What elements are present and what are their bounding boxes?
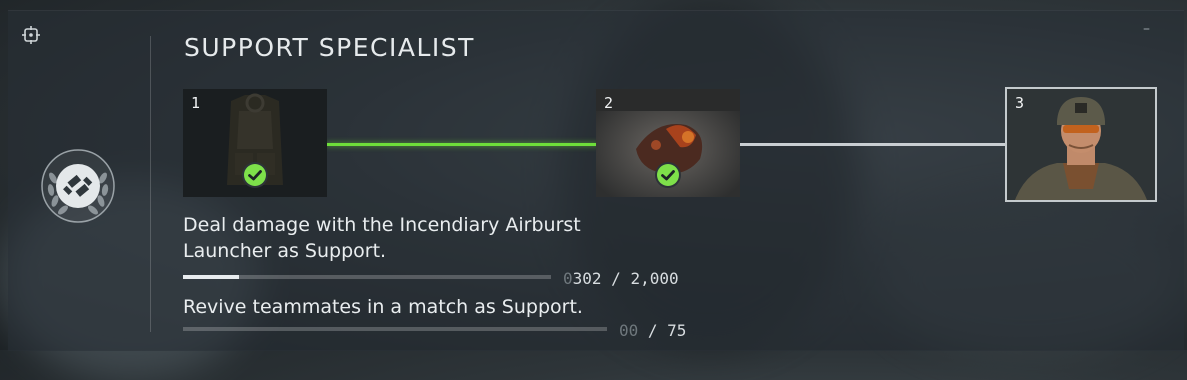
stage-number: 3 bbox=[1015, 94, 1025, 112]
stage-number: 1 bbox=[191, 94, 201, 112]
stage-card-1[interactable]: 1 bbox=[183, 89, 327, 197]
support-soldier-portrait-image bbox=[1007, 89, 1155, 200]
objective-text-line: Deal damage with the Incendiary Airburst bbox=[183, 214, 581, 236]
progress-connector-pending bbox=[740, 143, 1008, 146]
objective-progress-count: 0302 / 2,000 bbox=[563, 269, 679, 288]
progress-total: 75 bbox=[667, 321, 687, 340]
page-title: SUPPORT SPECIALIST bbox=[184, 33, 475, 62]
objective-progress-bar bbox=[183, 275, 551, 279]
crosshair-target-icon[interactable] bbox=[22, 26, 40, 44]
objective-text-line: Launcher as Support. bbox=[183, 240, 387, 262]
minimize-button[interactable]: – bbox=[1143, 22, 1153, 36]
stage-card-2[interactable]: 2 bbox=[596, 89, 740, 197]
objective-text-line: Revive teammates in a match as Support. bbox=[183, 296, 583, 318]
progress-connector-complete bbox=[326, 143, 598, 146]
progress-separator: / bbox=[638, 321, 668, 340]
progress-leading-zeros: 00 bbox=[619, 321, 639, 340]
progress-current: 302 bbox=[572, 269, 602, 288]
stage-card-3[interactable]: 3 bbox=[1005, 87, 1157, 202]
support-class-laurel-emblem-icon bbox=[40, 148, 116, 224]
checkmark-icon bbox=[655, 162, 681, 188]
stage-number: 2 bbox=[604, 94, 614, 112]
objective-text: Deal damage with the Incendiary Airburst… bbox=[183, 212, 581, 264]
progress-fill bbox=[183, 275, 239, 279]
objective-progress-count: 00 / 75 bbox=[619, 321, 686, 340]
divider bbox=[150, 36, 151, 332]
checkmark-icon bbox=[242, 162, 268, 188]
progress-total: 2,000 bbox=[630, 269, 679, 288]
objective-text: Revive teammates in a match as Support. bbox=[183, 294, 583, 320]
objective-progress-bar bbox=[183, 327, 607, 331]
progress-separator: / bbox=[601, 269, 631, 288]
progress-leading-zeros: 0 bbox=[563, 269, 573, 288]
